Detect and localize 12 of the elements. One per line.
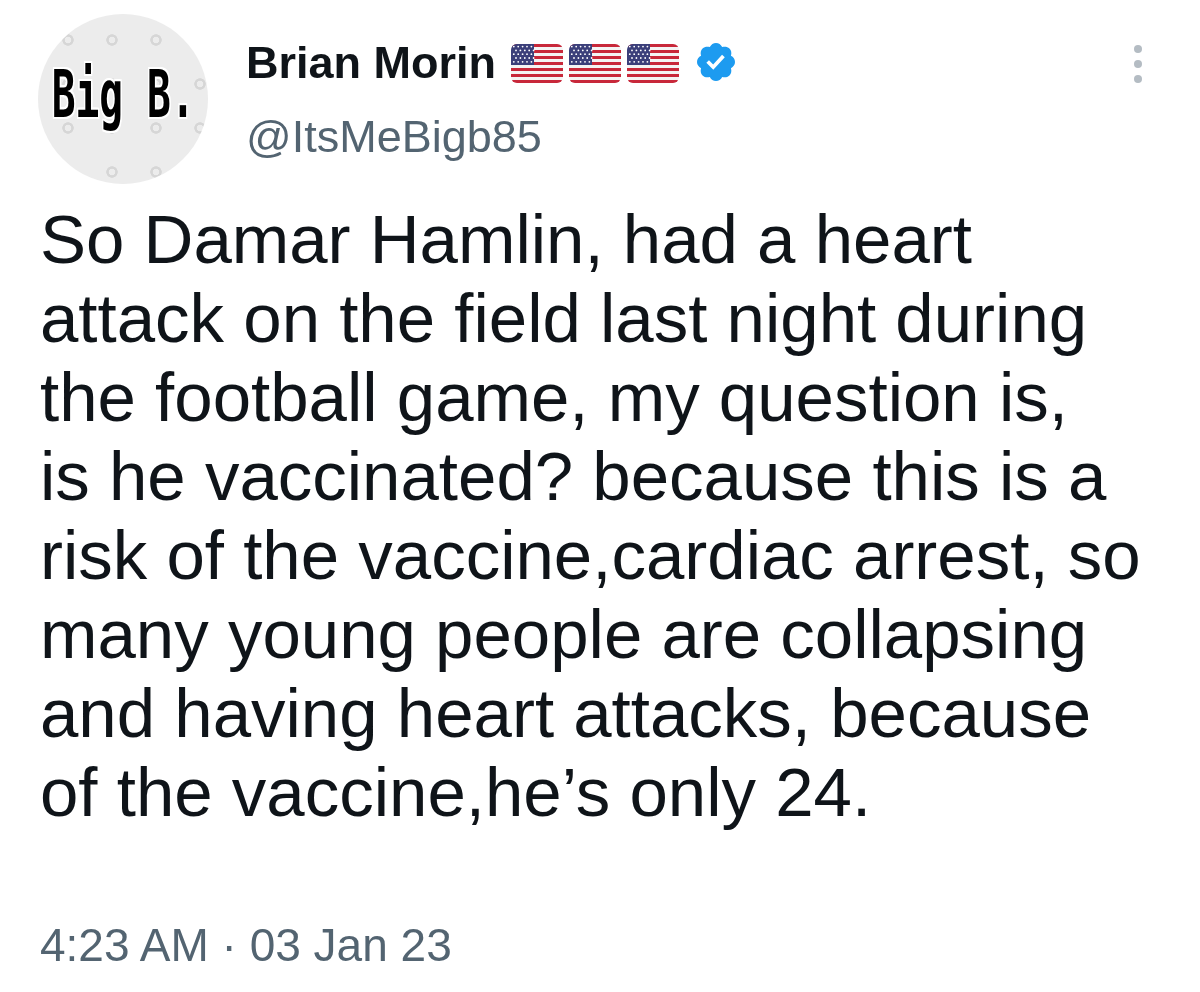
flag-icon: [511, 43, 563, 83]
flag-icon: [627, 43, 679, 83]
tweet-time[interactable]: 4:23 AM: [40, 919, 209, 971]
display-name[interactable]: Brian Morin: [246, 35, 496, 91]
verified-badge-icon: [697, 43, 735, 81]
avatar[interactable]: Big B.: [38, 14, 208, 184]
flag-icon: [569, 43, 621, 83]
tweet-text: So Damar Hamlin, had a heart attack on the field last night during the football game, my question is, is he vaccinated? because this is a risk of the vaccine,cardiac arrest, so many young people are collapsing and having heart attacks, because of the vaccine,he’s only 24.: [40, 200, 1142, 832]
tweet-date[interactable]: 03 Jan 23: [249, 919, 452, 971]
more-options-icon[interactable]: [1134, 45, 1142, 83]
username[interactable]: @ItsMeBigb85: [246, 109, 735, 165]
separator-dot: ·: [221, 919, 237, 971]
